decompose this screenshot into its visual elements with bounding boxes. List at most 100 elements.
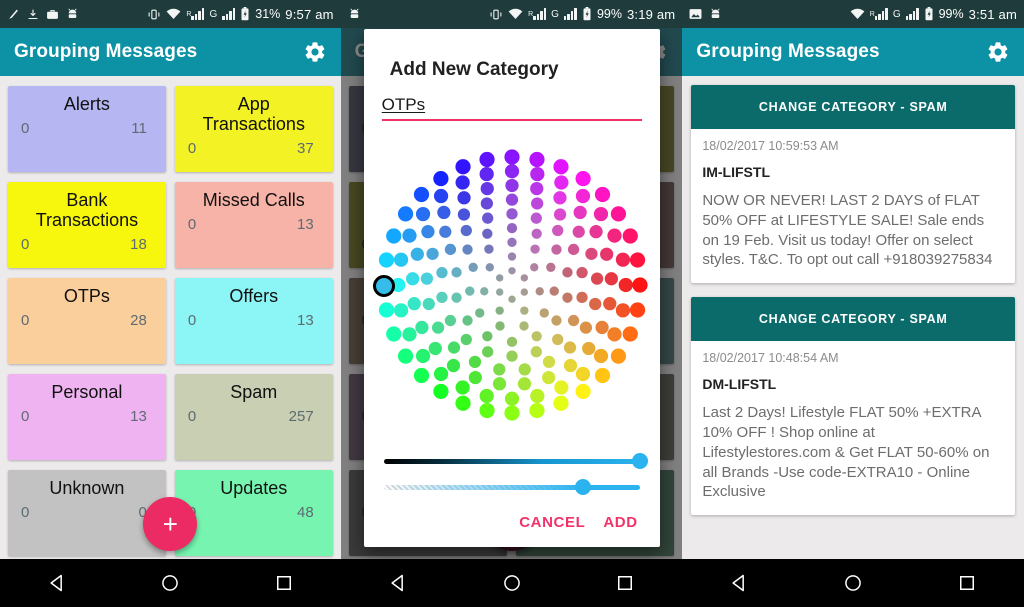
color-swatch[interactable] (462, 243, 473, 255)
color-swatch[interactable] (615, 252, 630, 267)
color-swatch[interactable] (579, 321, 592, 334)
color-swatch[interactable] (610, 205, 626, 221)
color-swatch[interactable] (492, 376, 506, 390)
color-swatch[interactable] (436, 266, 448, 278)
color-swatch[interactable] (595, 320, 609, 334)
color-swatch[interactable] (460, 333, 472, 345)
color-swatch[interactable] (575, 188, 590, 203)
color-swatch[interactable] (632, 276, 648, 293)
color-swatch[interactable] (444, 243, 456, 255)
color-swatch[interactable] (629, 251, 645, 268)
color-swatch[interactable] (413, 367, 429, 383)
color-swatch[interactable] (451, 266, 462, 277)
category-tile[interactable]: App Transactions 0 37 (174, 86, 333, 172)
color-swatch[interactable] (504, 404, 520, 421)
gear-icon[interactable] (303, 40, 327, 64)
color-swatch[interactable] (593, 348, 608, 363)
color-swatch[interactable] (479, 151, 495, 167)
color-swatch[interactable] (436, 205, 451, 219)
color-swatch[interactable] (397, 205, 413, 221)
color-swatch[interactable] (575, 366, 590, 381)
color-swatch[interactable] (507, 295, 516, 303)
color-swatch[interactable] (479, 388, 494, 403)
cancel-button[interactable]: CANCEL (519, 514, 585, 531)
color-swatch[interactable] (529, 388, 545, 403)
color-swatch[interactable] (438, 225, 452, 238)
color-swatch[interactable] (474, 307, 485, 318)
color-swatch[interactable] (550, 243, 562, 255)
color-swatch[interactable] (542, 355, 555, 368)
color-swatch[interactable] (460, 224, 472, 236)
alpha-slider[interactable] (383, 474, 640, 500)
home-circle-icon[interactable] (502, 573, 522, 593)
category-tile[interactable]: Spam 0 257 (174, 374, 333, 460)
color-swatch[interactable] (393, 302, 408, 317)
message-card[interactable]: CHANGE CATEGORY - SPAM 18/02/2017 10:59:5… (691, 85, 1016, 284)
brightness-slider[interactable] (383, 448, 648, 474)
color-swatch[interactable] (393, 252, 408, 267)
color-swatch[interactable] (529, 181, 544, 195)
color-swatch[interactable] (481, 330, 493, 341)
color-swatch[interactable] (506, 207, 518, 220)
color-swatch[interactable] (402, 326, 417, 341)
color-swatch[interactable] (492, 362, 506, 376)
color-swatch[interactable] (517, 376, 531, 390)
color-swatch[interactable] (505, 193, 518, 206)
color-swatch[interactable] (529, 402, 545, 418)
color-swatch[interactable] (506, 336, 517, 347)
color-swatch[interactable] (629, 301, 645, 318)
color-swatch[interactable] (468, 355, 481, 368)
change-category-button[interactable]: CHANGE CATEGORY - SPAM (691, 85, 1016, 129)
add-button[interactable]: ADD (603, 514, 637, 531)
color-swatch[interactable] (455, 395, 471, 411)
color-swatch[interactable] (602, 296, 617, 310)
color-swatch[interactable] (610, 348, 626, 364)
color-swatch[interactable] (468, 370, 482, 384)
color-swatch[interactable] (581, 341, 596, 355)
color-swatch[interactable] (553, 379, 569, 395)
color-swatch[interactable] (530, 243, 540, 254)
color-swatch[interactable] (507, 251, 516, 261)
color-swatch[interactable] (506, 222, 517, 233)
color-swatch[interactable] (464, 285, 475, 296)
color-swatch[interactable] (519, 305, 529, 315)
color-swatch[interactable] (531, 228, 542, 239)
color-swatch[interactable] (436, 291, 448, 303)
color-swatch[interactable] (553, 207, 566, 221)
color-swatch[interactable] (385, 227, 402, 244)
category-tile[interactable]: Alerts 0 11 (8, 86, 166, 172)
color-swatch[interactable] (428, 341, 442, 355)
color-swatch[interactable] (431, 321, 444, 334)
recents-square-icon[interactable] (274, 573, 294, 593)
color-swatch[interactable] (506, 349, 518, 362)
color-swatch[interactable] (507, 266, 516, 274)
color-swatch[interactable] (457, 190, 471, 204)
color-swatch[interactable] (576, 291, 588, 303)
color-swatch[interactable] (607, 228, 622, 243)
color-swatch[interactable] (415, 206, 430, 221)
color-swatch[interactable] (573, 205, 587, 219)
color-swatch[interactable] (553, 395, 569, 411)
color-swatch[interactable] (385, 325, 402, 342)
color-swatch[interactable] (504, 163, 519, 178)
color-swatch[interactable] (481, 345, 493, 357)
color-swatch[interactable] (531, 330, 542, 341)
color-swatch[interactable] (561, 292, 573, 303)
color-swatch[interactable] (495, 287, 504, 296)
color-swatch[interactable] (529, 166, 545, 181)
color-swatch[interactable] (483, 243, 494, 254)
color-swatch[interactable] (529, 262, 539, 271)
back-triangle-icon[interactable] (388, 573, 408, 593)
color-swatch[interactable] (446, 358, 460, 372)
color-swatch[interactable] (378, 301, 394, 318)
color-swatch[interactable] (553, 174, 569, 190)
color-swatch[interactable] (607, 326, 622, 341)
color-swatch[interactable] (480, 181, 494, 195)
color-swatch[interactable] (518, 362, 531, 376)
alpha-thumb[interactable] (575, 479, 592, 495)
color-swatch[interactable] (479, 402, 495, 418)
color-swatch[interactable] (413, 186, 429, 202)
color-swatch[interactable] (494, 320, 505, 331)
color-swatch[interactable] (604, 271, 618, 285)
color-swatch[interactable] (433, 366, 448, 381)
